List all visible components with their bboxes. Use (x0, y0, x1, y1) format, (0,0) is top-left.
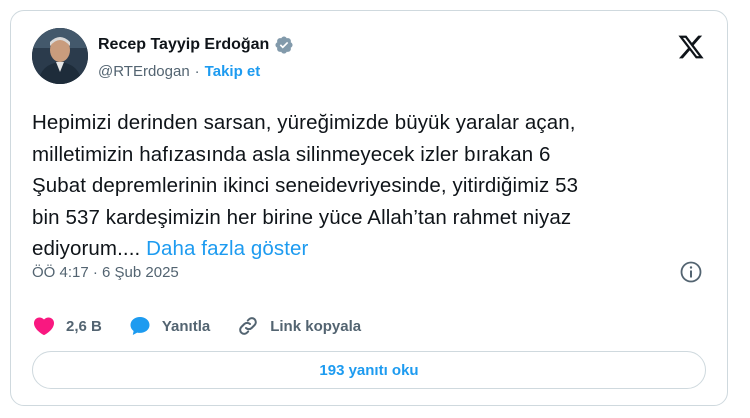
author-name[interactable]: Recep Tayyip Erdoğan (98, 36, 269, 54)
speech-bubble-icon (130, 317, 150, 335)
copy-link-button[interactable]: Link kopyala (236, 314, 361, 338)
handle-row: @RTErdogan · Takip et (98, 63, 260, 80)
tweet-text-block: Hepimizi derinden sarsan, yüreğimizde bü… (32, 107, 712, 265)
avatar-image (32, 28, 88, 84)
copy-link-label: Link kopyala (270, 317, 362, 335)
separator-dot: · (194, 63, 200, 80)
action-bar: 2,6 B Yanıtla Link kopyala (32, 314, 387, 338)
author-name-row: Recep Tayyip Erdoğan (98, 35, 294, 55)
reply-label: Yanıtla (161, 317, 211, 335)
reply-button[interactable]: Yanıtla (128, 314, 210, 338)
like-button[interactable]: 2,6 B (32, 314, 102, 338)
verified-badge-icon (275, 36, 293, 54)
show-more-link[interactable]: Daha fazla göster (146, 237, 308, 260)
read-replies-label: 193 yanıtı oku (319, 361, 419, 379)
tweet-timestamp[interactable]: ÖÖ 4:17 · 6 Şub 2025 (32, 264, 179, 281)
x-logo-icon[interactable] (677, 33, 705, 61)
heart-icon (33, 317, 55, 336)
follow-button[interactable]: Takip et (205, 63, 261, 80)
avatar[interactable] (32, 28, 88, 84)
tweet-card: Recep Tayyip Erdoğan @RTErdogan · Takip … (10, 10, 728, 406)
link-icon (239, 317, 258, 335)
author-handle[interactable]: @RTErdogan (98, 63, 190, 80)
likes-count: 2,6 B (66, 317, 102, 335)
info-icon[interactable] (679, 260, 703, 284)
read-replies-button[interactable]: 193 yanıtı oku (32, 351, 706, 389)
